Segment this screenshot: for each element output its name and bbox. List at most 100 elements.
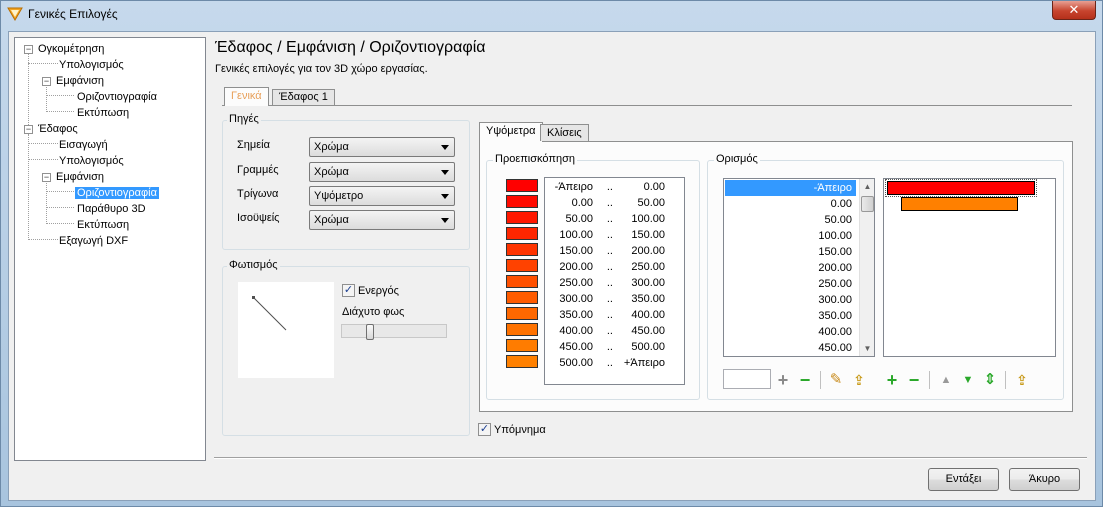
tree-line <box>28 143 58 144</box>
preview-color-swatch <box>506 227 538 240</box>
tree-item-ground-3d-window[interactable]: Παράθυρο 3D <box>75 201 148 217</box>
range-to: 0.00 <box>643 181 665 193</box>
definition-value-row[interactable]: 50.00 <box>725 212 856 228</box>
contours-label: Ισοϋψείς <box>237 212 280 224</box>
tab-general[interactable]: Γενικά <box>224 87 269 106</box>
light-direction-icon <box>252 296 287 331</box>
definition-value-row[interactable]: -Άπειρο <box>725 180 856 196</box>
range-separator: .. <box>606 341 613 353</box>
triangles-source-select[interactable]: Υψόμετρο <box>309 186 455 206</box>
add-value-icon[interactable]: + <box>774 371 792 389</box>
preview-color-swatch <box>506 291 538 304</box>
tree-line <box>46 207 74 208</box>
title-bar[interactable]: Γενικές Επιλογές ✕ <box>1 1 1102 27</box>
page-title: Έδαφος / Εμφάνιση / Οριζοντιογραφία <box>215 39 486 56</box>
lines-source-select[interactable]: Χρώμα <box>309 162 455 182</box>
app-logo-icon <box>7 7 23 21</box>
tree-item-ground-dxf-export[interactable]: Εξαγωγή DXF <box>57 233 130 249</box>
tree-item-ground-display[interactable]: − Εμφάνιση <box>42 169 106 185</box>
tab-ground-1[interactable]: Έδαφος 1 <box>272 89 335 105</box>
range-separator: .. <box>606 293 613 305</box>
definition-value-input[interactable] <box>723 369 771 389</box>
definition-value-row[interactable]: 400.00 <box>725 324 856 340</box>
remove-value-icon[interactable]: − <box>796 371 814 389</box>
toolbar-separator <box>1005 371 1006 389</box>
legend-checkbox[interactable]: ✓ <box>478 423 491 436</box>
range-separator: .. <box>606 245 613 257</box>
definition-value-row[interactable]: 0.00 <box>725 196 856 212</box>
close-icon: ✕ <box>1068 2 1080 17</box>
preview-range-row: 200.00.. 250.00 <box>545 259 684 275</box>
remove-color-icon[interactable]: − <box>905 371 923 389</box>
tree-line <box>28 239 58 240</box>
diffuse-light-slider[interactable] <box>341 324 447 340</box>
tree-item-ground[interactable]: − Έδαφος <box>24 121 80 137</box>
ok-button[interactable]: Εντάξει <box>928 468 999 491</box>
options-tree[interactable]: − Ογκομέτρηση Υπολογισμός − Εμφάνιση Οριζο… <box>14 37 206 461</box>
preview-color-swatch <box>506 275 538 288</box>
points-source-select[interactable]: Χρώμα <box>309 137 455 157</box>
definition-value-row[interactable]: 350.00 <box>725 308 856 324</box>
preview-color-swatch <box>506 195 538 208</box>
tree-item-volumetry-display[interactable]: − Εμφάνιση <box>42 73 106 89</box>
definition-values-list[interactable]: -Άπειρο 0.00 50.00 100.00 150.00 200.00 250.00… <box>723 178 875 357</box>
tree-item-ground-import[interactable]: Εισαγωγή <box>57 137 110 153</box>
color-item-orange[interactable] <box>901 197 1018 211</box>
import-folder-icon[interactable]: ⇪ <box>850 371 868 389</box>
tree-item-volumetry-plan[interactable]: Οριζοντιογραφία <box>75 89 159 105</box>
add-color-icon[interactable]: + <box>883 371 901 389</box>
preview-range-list: -Άπειρο.. 0.00 0.00.. 50.00 50.00.. 100.00 100… <box>544 177 685 385</box>
preview-range-row: 400.00.. 450.00 <box>545 323 684 339</box>
preview-color-swatch <box>506 339 538 352</box>
cancel-button[interactable]: Άκυρο <box>1009 468 1080 491</box>
tab-slopes[interactable]: Κλίσεις <box>540 124 589 141</box>
preview-range-row: 50.00.. 100.00 <box>545 211 684 227</box>
tree-item-ground-print[interactable]: Εκτύπωση <box>75 217 131 233</box>
light-direction-preview[interactable] <box>238 282 334 378</box>
definition-scrollbar[interactable]: ▲ ▼ <box>859 179 874 356</box>
window-title: Γενικές Επιλογές <box>28 7 118 21</box>
page-subtitle: Γενικές επιλογές για τον 3D χώρο εργασία… <box>215 63 428 75</box>
preview-color-swatch <box>506 243 538 256</box>
triangles-label: Τρίγωνα <box>237 188 279 200</box>
tab-elevations[interactable]: Υψόμετρα <box>479 122 543 142</box>
definition-value-row[interactable]: 100.00 <box>725 228 856 244</box>
tree-item-volumetry-print[interactable]: Εκτύπωση <box>75 105 131 121</box>
definition-value-row[interactable]: 450.00 <box>725 340 856 356</box>
definition-value-row[interactable]: 300.00 <box>725 292 856 308</box>
move-up-down-icon[interactable]: ⇕ <box>981 371 999 389</box>
tree-item-ground-plan[interactable]: Οριζοντιογραφία <box>75 185 159 201</box>
definition-colors-list[interactable] <box>883 178 1056 357</box>
range-separator: .. <box>606 197 613 209</box>
definition-value-row[interactable]: 200.00 <box>725 260 856 276</box>
tree-item-volumetry-calculation[interactable]: Υπολογισμός <box>57 57 126 73</box>
check-icon: ✓ <box>343 284 354 296</box>
import-colors-icon[interactable]: ⇪ <box>1013 371 1031 389</box>
range-to: 450.00 <box>631 325 665 337</box>
definition-value-row[interactable]: 250.00 <box>725 276 856 292</box>
close-button[interactable]: ✕ <box>1052 1 1096 20</box>
scroll-up-icon[interactable]: ▲ <box>860 179 874 194</box>
range-to: 250.00 <box>631 261 665 273</box>
tree-line <box>46 111 74 112</box>
contours-source-select[interactable]: Χρώμα <box>309 210 455 230</box>
move-down-icon[interactable]: ▼ <box>959 371 977 389</box>
slider-thumb[interactable] <box>366 324 374 340</box>
edit-ruler-icon[interactable]: ✎ <box>827 371 845 389</box>
collapse-icon[interactable]: − <box>24 44 33 54</box>
scroll-thumb[interactable] <box>861 196 874 212</box>
collapse-icon[interactable]: − <box>42 172 51 182</box>
preview-color-swatch <box>506 355 538 368</box>
move-up-gray-icon[interactable]: ▲ <box>937 371 955 389</box>
collapse-icon[interactable]: − <box>24 124 33 134</box>
tree-item-volumetry[interactable]: − Ογκομέτρηση <box>24 41 106 57</box>
range-to: 50.00 <box>637 197 665 209</box>
tree-item-ground-calculation[interactable]: Υπολογισμός <box>57 153 126 169</box>
scroll-down-icon[interactable]: ▼ <box>860 341 874 356</box>
lighting-enabled-checkbox[interactable]: ✓ <box>342 284 355 297</box>
range-to: +Άπειρο <box>623 357 665 369</box>
color-item-red[interactable] <box>885 179 1037 197</box>
definition-value-row[interactable]: 150.00 <box>725 244 856 260</box>
range-to: 300.00 <box>631 277 665 289</box>
collapse-icon[interactable]: − <box>42 76 51 86</box>
